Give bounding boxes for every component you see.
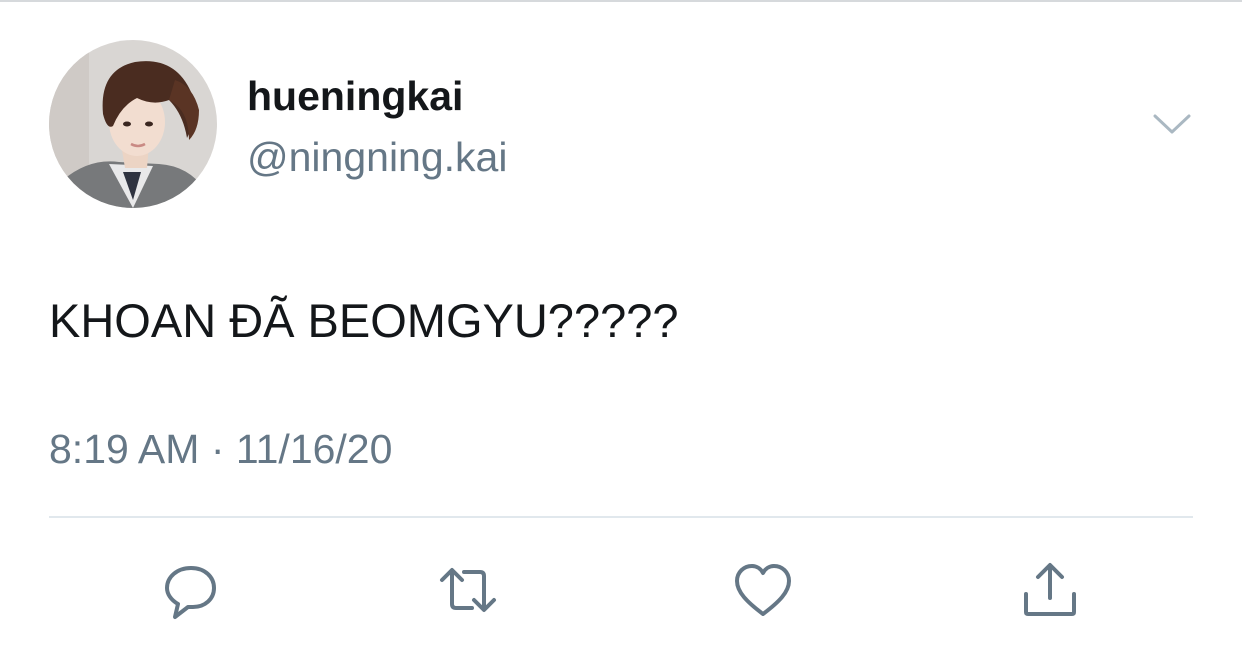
avatar[interactable]: [49, 40, 217, 208]
top-divider: [0, 0, 1242, 2]
display-name[interactable]: hueningkai: [247, 71, 463, 121]
user-handle[interactable]: @ningning.kai: [247, 132, 507, 182]
chevron-down-icon[interactable]: [1150, 106, 1194, 142]
comment-bubble-icon: [165, 566, 216, 619]
avatar-photo: [49, 40, 217, 208]
retweet-arrows-icon: [440, 568, 496, 612]
share-upload-icon: [1024, 563, 1076, 616]
heart-icon: [735, 564, 791, 616]
reply-button[interactable]: [161, 560, 221, 620]
like-button[interactable]: [733, 560, 793, 620]
actions-divider: [49, 516, 1193, 518]
share-button[interactable]: [1020, 560, 1080, 620]
retweet-button[interactable]: [438, 560, 498, 620]
tweet-timestamp[interactable]: 8:19 AM · 11/16/20: [49, 424, 392, 474]
tweet-text: KHOAN ĐÃ BEOMGYU?????: [49, 294, 679, 347]
